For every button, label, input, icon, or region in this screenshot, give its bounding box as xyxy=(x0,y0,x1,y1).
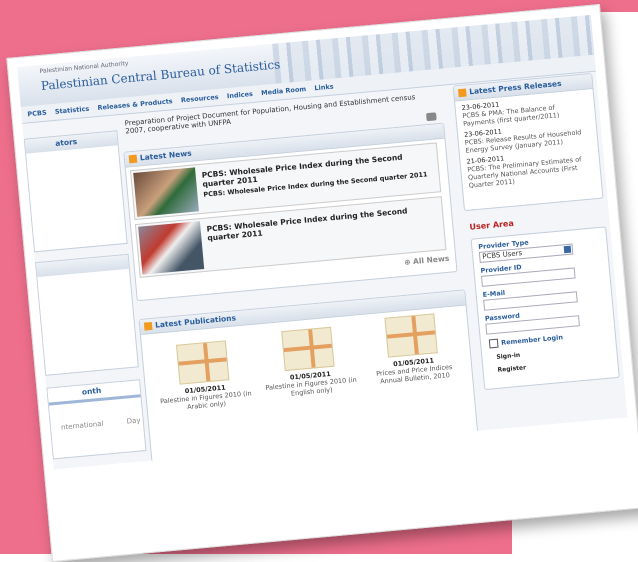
publication-item[interactable]: 01/05/2011 Prices and Price Indices Annua… xyxy=(362,311,462,386)
nav-item-media-room[interactable]: Media Room xyxy=(260,81,307,101)
publication-cover[interactable] xyxy=(281,326,335,372)
nav-item-links[interactable]: Links xyxy=(314,79,335,97)
press-releases-box: Latest Press Releases 23-06-2011 PCBS & P… xyxy=(452,73,604,212)
rss-icon xyxy=(143,321,153,331)
nav-item-indices[interactable]: Indices xyxy=(226,86,254,104)
provider-type-value: PCBS Users xyxy=(481,249,523,261)
month-title: onth xyxy=(47,380,141,406)
nav-item-statistics[interactable]: Statistics xyxy=(54,101,90,120)
publication-item[interactable]: 01/05/2011 Palestine in Figures 2010 (in … xyxy=(154,338,254,413)
user-area-box: Provider Type PCBS Users Provider ID E-M… xyxy=(470,226,620,391)
left-month-box: onth nternational Day xyxy=(46,379,147,460)
website-screen: Palestinian National Authority Palestini… xyxy=(17,14,628,470)
publication-cover[interactable] xyxy=(175,340,230,385)
nav-item-pcbs[interactable]: PCBS xyxy=(27,105,48,123)
indicators-title: ators xyxy=(24,131,118,154)
all-news-link[interactable]: ⊕ All News xyxy=(404,254,450,267)
all-news-label[interactable]: All News xyxy=(413,254,450,266)
nav-item-resources[interactable]: Resources xyxy=(180,89,219,108)
footer-left-text[interactable]: nternational xyxy=(61,420,104,432)
left-indicators-box: ators xyxy=(23,130,128,253)
remember-login-label[interactable]: Remember Login xyxy=(501,333,563,347)
footer-right-text[interactable]: Day xyxy=(126,416,140,425)
rss-icon xyxy=(457,88,467,98)
latest-news-title: Latest News xyxy=(139,148,193,163)
printer-icon[interactable] xyxy=(426,112,437,122)
rss-icon xyxy=(128,154,138,164)
news-thumbnail[interactable] xyxy=(138,221,205,275)
news-thumbnail[interactable] xyxy=(133,167,199,217)
chevron-down-icon[interactable] xyxy=(563,245,572,254)
publication-cover[interactable] xyxy=(384,313,438,358)
user-area-title: User Area xyxy=(469,218,515,232)
publication-item[interactable]: 01/05/2011 Palestine in Figures 2010 (in … xyxy=(259,325,359,400)
screenshot-photo: Palestinian National Authority Palestini… xyxy=(6,4,638,562)
left-box-2 xyxy=(34,253,139,376)
latest-news-box: Latest News PCBS: Wholesale Price Index … xyxy=(123,112,458,302)
publications-title: Latest Publications xyxy=(154,313,237,330)
remember-checkbox[interactable] xyxy=(488,338,499,349)
